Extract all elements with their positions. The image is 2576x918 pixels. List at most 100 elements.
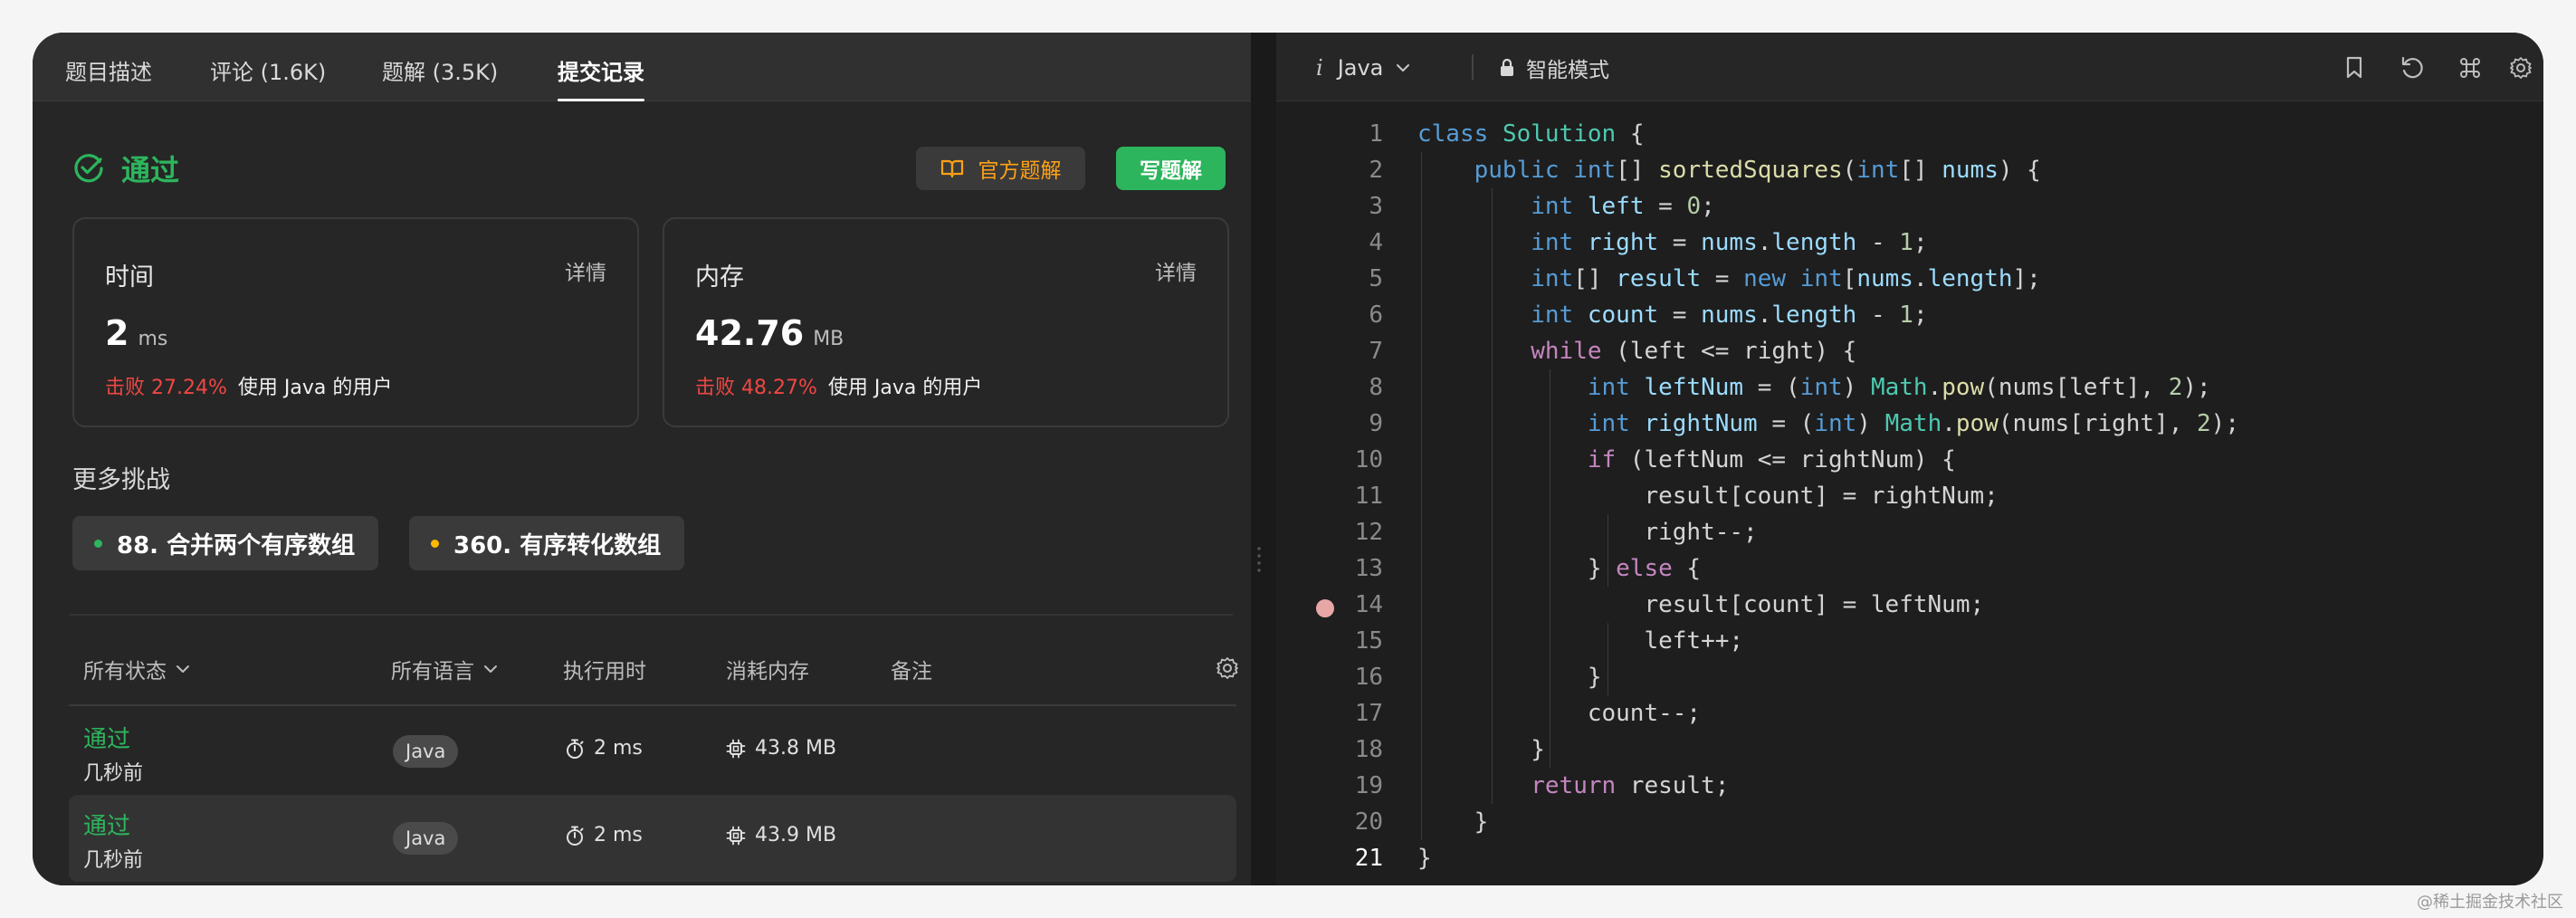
- line-number: 17: [1354, 700, 1383, 727]
- stopwatch-icon: [567, 826, 584, 846]
- status-filter-label: 所有状态: [83, 660, 167, 684]
- challenge-chip-360[interactable]: 360. 有序转化数组: [409, 516, 685, 570]
- code-line[interactable]: 4 int right = nums.length - 1;: [1276, 225, 2543, 261]
- code-line[interactable]: 19 return result;: [1276, 768, 2543, 804]
- memory-beat: 击败 48.27% 使用 Java 的用户: [695, 371, 982, 400]
- more-challenges-title: 更多挑战: [72, 466, 170, 494]
- row-memory: 43.8 MB: [726, 737, 836, 760]
- line-number: 5: [1369, 265, 1383, 292]
- challenge-label: 88. 合并两个有序数组: [117, 531, 356, 559]
- row-status[interactable]: 通过: [83, 808, 130, 841]
- code-text: }: [1417, 736, 1545, 763]
- code-line[interactable]: 9 int rightNum = (int) Math.pow(nums[rig…: [1276, 406, 2543, 442]
- code-line[interactable]: 21}: [1276, 840, 2543, 876]
- row-runtime: 2 ms: [565, 824, 643, 846]
- chevron-down-icon: [1397, 64, 1410, 72]
- code-line[interactable]: 1 class Solution {: [1276, 116, 2543, 152]
- code-line[interactable]: 3 int left = 0;: [1276, 188, 2543, 225]
- memory-header: 消耗内存: [726, 660, 809, 684]
- code-line[interactable]: 13 } else {: [1276, 550, 2543, 587]
- difficulty-dot: [431, 539, 439, 548]
- code-line[interactable]: 17 count--;: [1276, 695, 2543, 732]
- status-filter[interactable]: 所有状态: [83, 654, 190, 684]
- gear-icon[interactable]: [1215, 655, 1240, 681]
- language-selector[interactable]: i Java: [1316, 53, 1410, 83]
- bookmark-icon[interactable]: [2339, 53, 2370, 83]
- tab-submissions[interactable]: 提交记录: [558, 54, 644, 101]
- line-number: 18: [1354, 736, 1383, 763]
- memory-card[interactable]: 内存 详情 42.76 MB 击败 48.27% 使用 Java 的用户: [663, 217, 1229, 427]
- challenge-label: 360. 有序转化数组: [453, 531, 662, 559]
- code-line[interactable]: 12 right--;: [1276, 514, 2543, 550]
- runtime-card[interactable]: 时间 详情 2 ms 击败 27.24% 使用 Java 的用户: [72, 217, 639, 427]
- code-line[interactable]: 11 result[count] = rightNum;: [1276, 478, 2543, 514]
- code-text: int right = nums.length - 1;: [1531, 229, 1928, 256]
- memory-detail-link[interactable]: 详情: [1155, 255, 1197, 286]
- lock-icon: [1501, 58, 1513, 76]
- code-text: result[count] = leftNum;: [1417, 591, 1985, 618]
- code-line[interactable]: 14 result[count] = leftNum;: [1276, 587, 2543, 623]
- watermark: @稀土掘金技术社区: [2417, 893, 2563, 912]
- code-line[interactable]: 7 while (left <= right) {: [1276, 333, 2543, 369]
- reset-icon[interactable]: [2397, 53, 2428, 83]
- table-row[interactable]: 通过 几秒前 Java 2 ms 43.8 MB: [69, 708, 1236, 795]
- memory-number: 42.76: [695, 313, 805, 353]
- chip-icon: [726, 826, 746, 845]
- code-text: public int[] sortedSquares(int[] nums) {: [1474, 157, 2041, 184]
- runtime-detail-link[interactable]: 详情: [565, 255, 606, 286]
- line-number: 6: [1369, 301, 1383, 329]
- runtime-header: 执行用时: [563, 660, 646, 684]
- code-line[interactable]: 8 int leftNum = (int) Math.pow(nums[left…: [1276, 369, 2543, 406]
- language-filter[interactable]: 所有语言: [391, 654, 498, 684]
- official-solution-button[interactable]: 官方题解: [916, 147, 1085, 190]
- line-number: 13: [1354, 555, 1383, 582]
- row-memory: 43.9 MB: [726, 824, 836, 846]
- row-status[interactable]: 通过: [83, 721, 130, 754]
- code-line[interactable]: 16 }: [1276, 659, 2543, 695]
- runtime-beat-text: 使用 Java 的用户: [237, 377, 393, 399]
- challenge-chip-88[interactable]: 88. 合并两个有序数组: [72, 516, 379, 570]
- command-icon[interactable]: [2455, 53, 2485, 83]
- line-number: 14: [1354, 591, 1383, 618]
- smart-mode-toggle[interactable]: 智能模式: [1499, 53, 1609, 83]
- code-line[interactable]: 20 }: [1276, 804, 2543, 840]
- app-window: 题目描述 评论 (1.6K) 题解 (3.5K) 提交记录 通过 官方题解 写题…: [33, 33, 2543, 885]
- tab-comments[interactable]: 评论 (1.6K): [210, 54, 326, 101]
- line-number: 20: [1354, 808, 1383, 836]
- code-line[interactable]: 2 public int[] sortedSquares(int[] nums)…: [1276, 152, 2543, 188]
- code-line[interactable]: 5 int[] result = new int[nums.length];: [1276, 261, 2543, 297]
- line-number: 21: [1354, 845, 1383, 872]
- memory-value: 42.76 MB: [695, 313, 844, 353]
- check-circle-icon: [74, 154, 103, 183]
- line-number: 4: [1369, 229, 1383, 256]
- code-text: class Solution {: [1417, 120, 1645, 148]
- row-language-badge: Java: [393, 735, 459, 768]
- code-area[interactable]: 1 class Solution { 2 public int[] sortedS…: [1276, 116, 2543, 876]
- smart-mode-label: 智能模式: [1526, 59, 1609, 82]
- settings-icon[interactable]: [2505, 53, 2536, 83]
- runtime-value: 2 ms: [105, 313, 167, 353]
- drag-handle[interactable]: [1257, 545, 1261, 572]
- write-solution-button[interactable]: 写题解: [1116, 147, 1226, 190]
- code-editor-panel: i Java 智能模式 1 class Solution {2 public …: [1276, 33, 2543, 885]
- code-text: left++;: [1417, 627, 1744, 655]
- submission-status: 通过: [72, 150, 179, 187]
- code-line[interactable]: 15 left++;: [1276, 623, 2543, 659]
- table-row[interactable]: 通过 几秒前 Java 2 ms 43.9 MB: [69, 795, 1236, 882]
- tab-solutions[interactable]: 题解 (3.5K): [382, 54, 498, 101]
- code-text: } else {: [1417, 555, 1702, 582]
- line-number: 19: [1354, 772, 1383, 799]
- code-line[interactable]: 18 }: [1276, 732, 2543, 768]
- line-number: 15: [1354, 627, 1383, 655]
- code-text: int leftNum = (int) Math.pow(nums[left],…: [1587, 374, 2211, 401]
- tab-description[interactable]: 题目描述: [65, 54, 152, 101]
- line-number: 11: [1354, 483, 1383, 510]
- panel-tabs: 题目描述 评论 (1.6K) 题解 (3.5K) 提交记录: [33, 33, 1251, 101]
- row-runtime-value: 2 ms: [594, 824, 643, 846]
- code-line[interactable]: 10 if (leftNum <= rightNum) {: [1276, 442, 2543, 478]
- line-number: 3: [1369, 193, 1383, 220]
- code-line[interactable]: 6 int count = nums.length - 1;: [1276, 297, 2543, 333]
- memory-beat-percent: 击败 48.27%: [695, 377, 817, 399]
- panel-splitter[interactable]: [1251, 33, 1267, 885]
- line-number: 7: [1369, 338, 1383, 365]
